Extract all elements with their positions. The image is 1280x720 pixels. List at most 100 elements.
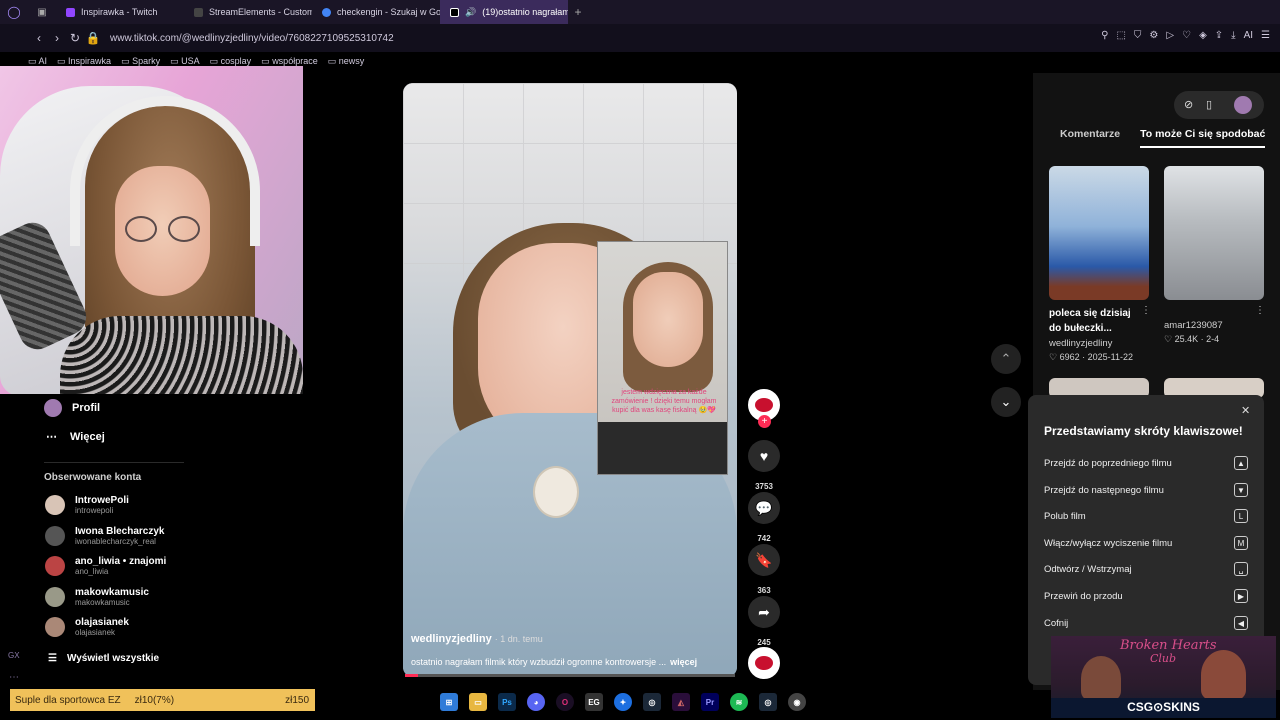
bookmark-newsy[interactable]: newsy — [328, 56, 365, 67]
bookmark-sparky[interactable]: Sparky — [121, 56, 160, 67]
reload-icon[interactable]: ↻ — [66, 31, 84, 45]
polar-bear-logo — [533, 466, 579, 518]
davinci-icon[interactable]: ◭ — [672, 693, 690, 711]
key-down-icon: ▼ — [1234, 483, 1248, 497]
forward-icon[interactable]: › — [48, 31, 66, 45]
key-space-icon: ␣ — [1234, 562, 1248, 576]
share-group: ➦ 245 — [748, 596, 780, 647]
photoshop-icon[interactable]: Ps — [498, 693, 516, 711]
obs-icon[interactable]: ◉ — [788, 693, 806, 711]
key-left-icon: ◀ — [1234, 616, 1248, 630]
avatar — [44, 399, 62, 417]
steam-alt-icon[interactable]: ◎ — [759, 693, 777, 711]
battlenet-icon[interactable]: ✦ — [614, 693, 632, 711]
next-video-button[interactable]: ⌄ — [991, 387, 1021, 417]
sound-disc[interactable] — [748, 647, 780, 679]
suggested-thumbnail[interactable] — [1164, 166, 1264, 300]
sidebar-item-more[interactable]: ⋯ Więcej — [46, 430, 105, 444]
key-l-icon: L — [1234, 509, 1248, 523]
tab-comments[interactable]: Komentarze — [1060, 128, 1120, 148]
url-field[interactable]: www.tiktok.com/@wedlinyzjedliny/video/76… — [110, 33, 394, 44]
card-meta: ♡ 6962 · 2025-11-22 — [1049, 352, 1133, 362]
heart-icon[interactable]: ♡ — [1182, 30, 1191, 41]
opera-logo-icon[interactable]: ◯ — [0, 5, 28, 19]
file-explorer-icon[interactable]: ▭ — [469, 693, 487, 711]
followed-account[interactable]: ano_liwia • znajomi ano_liwia — [45, 556, 166, 576]
opera-more-icon[interactable]: ⋯ — [9, 672, 19, 683]
suggested-thumbnail[interactable] — [1049, 166, 1149, 300]
back-icon[interactable]: ‹ — [30, 31, 48, 45]
avatar[interactable] — [1234, 96, 1252, 114]
windows-start-icon[interactable]: ⊞ — [440, 693, 458, 711]
tab-twitch[interactable]: Inspirawka - Twitch — [56, 0, 184, 24]
key-up-icon: ▲ — [1234, 456, 1248, 470]
spotify-icon[interactable]: ≋ — [730, 693, 748, 711]
steam-icon[interactable]: ◎ — [643, 693, 661, 711]
compass-icon[interactable]: ⊘ — [1184, 98, 1193, 111]
discord-icon[interactable]: ◕ — [527, 693, 545, 711]
epic-games-icon[interactable]: EG — [585, 693, 603, 711]
key-right-icon: ▶ — [1234, 589, 1248, 603]
bookmark-wspolprace[interactable]: współprace — [261, 56, 318, 67]
follow-plus-icon[interactable]: + — [758, 415, 771, 428]
cube-icon[interactable]: ◈ — [1199, 30, 1207, 41]
workspaces-icon[interactable]: ▣ — [28, 7, 56, 18]
card-caption[interactable]: poleca się dzisiaj do bułeczki... — [1049, 306, 1139, 336]
chevron-down-icon: ⌄ — [1000, 394, 1012, 409]
download-icon[interactable]: ⤓ — [1231, 30, 1235, 41]
twitch-icon — [66, 7, 75, 17]
settings-icon[interactable]: ⚙ — [1149, 30, 1158, 41]
opera-gx-icon[interactable]: O — [556, 693, 574, 711]
lock-icon: 🔒 — [85, 31, 101, 45]
player-icon[interactable]: ▷ — [1166, 30, 1174, 41]
followed-account[interactable]: makowkamusic makowkamusic — [45, 587, 149, 607]
comment-button[interactable]: 💬 — [748, 492, 780, 524]
more-link[interactable]: więcej — [670, 657, 697, 667]
card-menu-icon[interactable]: ⋮ — [1255, 305, 1265, 316]
opera-gx-label: GX — [8, 651, 20, 660]
bookmark-usa[interactable]: USA — [170, 56, 200, 67]
comment-icon: 💬 — [755, 499, 773, 516]
snapshot-icon[interactable]: ⬚ — [1116, 30, 1125, 41]
card-menu-icon[interactable]: ⋮ — [1141, 305, 1151, 316]
more-dots-icon: ⋯ — [46, 431, 57, 443]
pin-icon[interactable]: ⚲ — [1101, 30, 1108, 41]
close-icon[interactable]: ✕ — [1241, 404, 1250, 417]
bookmark-cosplay[interactable]: cosplay — [210, 56, 252, 67]
premiere-icon[interactable]: Pr — [701, 693, 719, 711]
tab-google[interactable]: checkengin - Szukaj w Go — [312, 0, 440, 24]
followed-account[interactable]: IntrowePoli introwepoli — [45, 495, 129, 515]
tab-tiktok[interactable]: 🔊 (19)ostatnio nagrałam — [440, 0, 568, 24]
tab-streamelements[interactable]: StreamElements - Custom — [184, 0, 312, 24]
card-user[interactable]: wedlinyzjedliny — [1049, 338, 1112, 349]
bookmark-inspirawka[interactable]: Inspirawka — [57, 56, 111, 67]
share-icon[interactable]: ⇪ — [1215, 30, 1223, 41]
tiktok-icon — [450, 7, 459, 17]
ai-button[interactable]: AI — [1244, 30, 1253, 41]
divider — [44, 462, 184, 463]
followed-account[interactable]: Iwona Blecharczyk iwonablecharczyk_real — [45, 526, 164, 546]
like-button[interactable]: ♥ — [748, 440, 780, 472]
bookmark-ai[interactable]: AI — [28, 56, 48, 67]
shortcut-row: Włącz/wyłącz wyciszenie filmu M — [1044, 536, 1248, 550]
tab-suggested[interactable]: To może Ci się spodobać — [1140, 128, 1266, 148]
streamelements-icon — [194, 7, 203, 17]
prev-video-button[interactable]: ⌃ — [991, 344, 1021, 374]
sidebar-item-profile[interactable]: Profil — [44, 399, 100, 417]
save-button[interactable]: 🔖 — [748, 544, 780, 576]
followed-account[interactable]: olajasianek olajasianek — [45, 617, 129, 637]
menu-icon[interactable]: ☰ — [1261, 30, 1270, 41]
video-progress[interactable] — [405, 674, 735, 677]
shortcuts-title: Przedstawiamy skróty klawiszowe! — [1044, 424, 1243, 438]
see-all-button[interactable]: ☰ Wyświetl wszystkie — [48, 653, 159, 664]
share-button[interactable]: ➦ — [748, 596, 780, 628]
creator-avatar[interactable]: + — [748, 389, 780, 428]
new-tab-button[interactable]: + — [568, 5, 588, 19]
shield-icon[interactable]: ⛉ — [1134, 30, 1142, 41]
phone-icon[interactable]: ▯ — [1206, 98, 1212, 111]
card-meta: ♡ 25.4K · 2-4 — [1164, 334, 1220, 344]
share-arrow-icon: ➦ — [758, 603, 770, 620]
card-user[interactable]: amar1239087 — [1164, 320, 1223, 331]
video-author[interactable]: wedlinyzjedliny · 1 dn. temu — [411, 633, 543, 645]
key-m-icon: M — [1234, 536, 1248, 550]
